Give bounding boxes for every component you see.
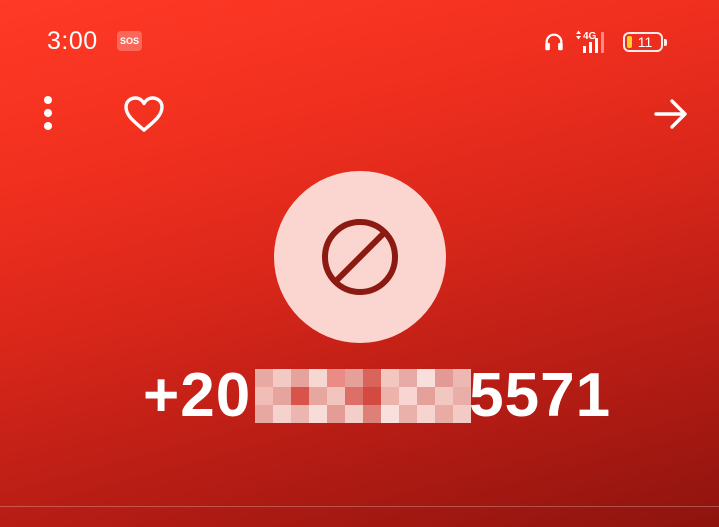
heart-icon bbox=[124, 96, 164, 132]
arrow-right-icon bbox=[654, 99, 687, 129]
next-button[interactable] bbox=[650, 94, 692, 134]
caller-number[interactable]: +20 5571 bbox=[143, 360, 611, 431]
headphones-icon bbox=[545, 33, 563, 51]
divider bbox=[0, 506, 719, 507]
status-indicators: 4G 11 bbox=[543, 29, 667, 55]
redacted-digits bbox=[255, 368, 472, 423]
status-bar: 3:00 SOS 4G 11 bbox=[0, 0, 719, 80]
battery-fill bbox=[627, 36, 632, 48]
number-suffix: 5571 bbox=[469, 361, 612, 430]
more-vertical-icon bbox=[44, 96, 52, 130]
battery-indicator: 11 bbox=[623, 32, 667, 52]
sos-badge: SOS bbox=[117, 31, 142, 51]
more-options-button[interactable] bbox=[30, 93, 66, 133]
status-time: 3:00 bbox=[47, 27, 98, 55]
signal-icon: 4G bbox=[576, 30, 604, 53]
block-icon bbox=[322, 219, 398, 295]
number-prefix: +20 bbox=[143, 361, 252, 430]
network-type-label: 4G bbox=[583, 31, 597, 42]
battery-cap bbox=[664, 39, 667, 46]
blocked-avatar bbox=[274, 171, 446, 343]
favorite-button[interactable] bbox=[120, 92, 168, 136]
